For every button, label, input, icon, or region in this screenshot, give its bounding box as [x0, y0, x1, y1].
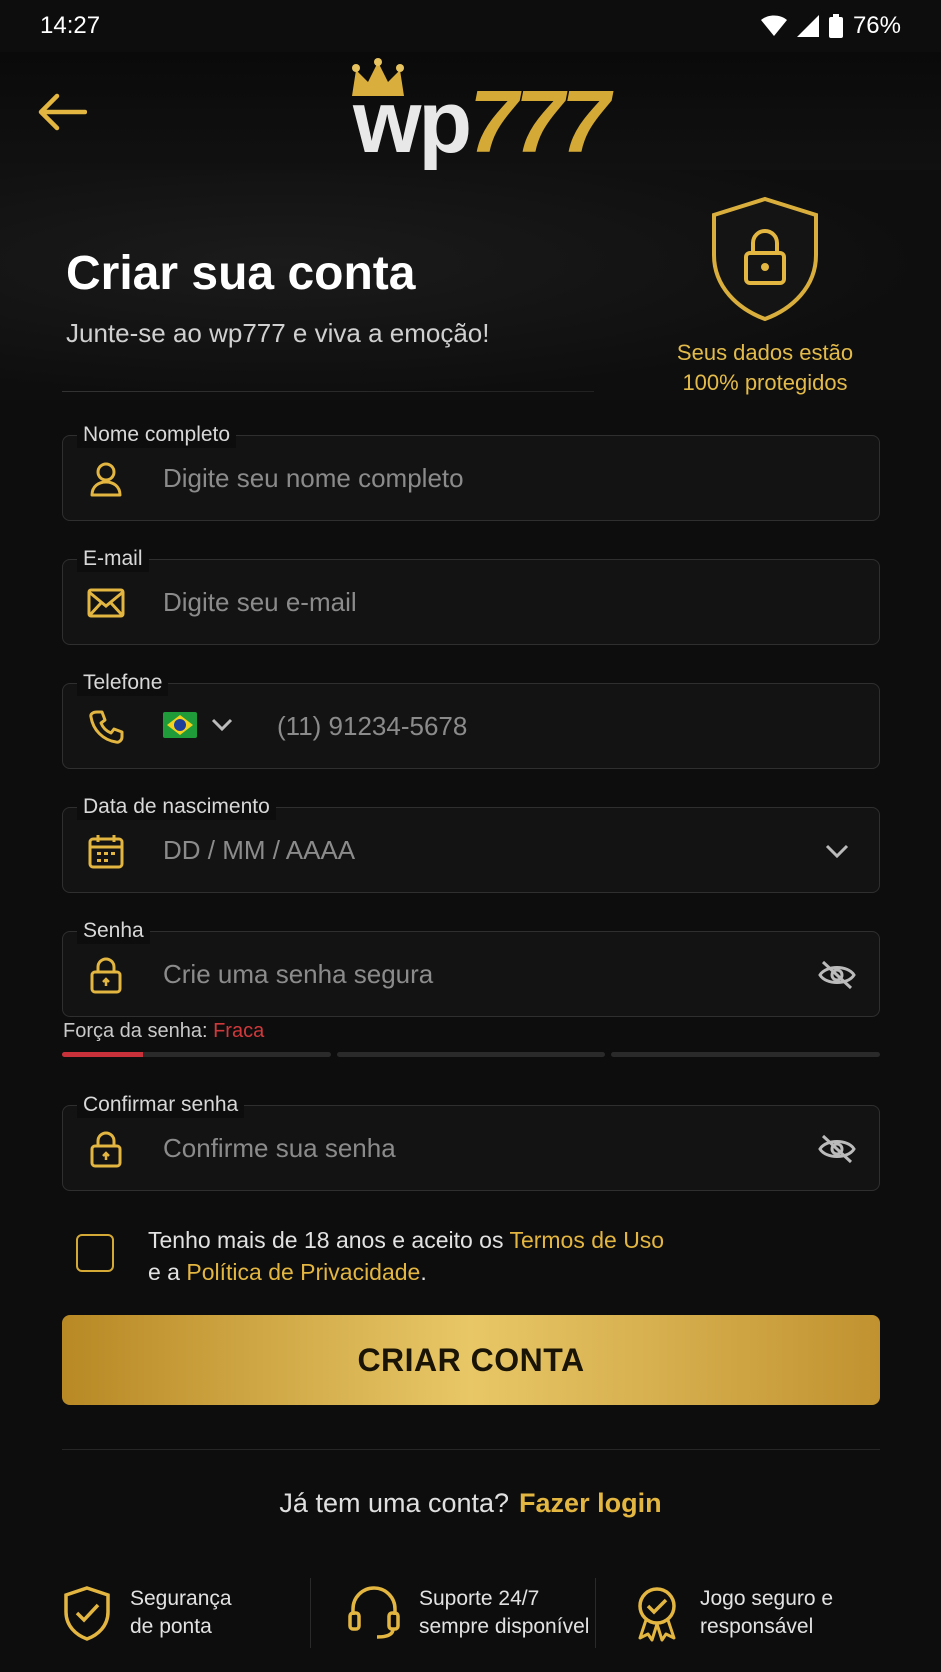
terms-suffix: . — [420, 1259, 427, 1285]
confirm-password-field: Confirmar senha — [62, 1092, 880, 1191]
status-icons: 76% — [760, 12, 901, 40]
crown-icon — [352, 58, 404, 96]
page-title: Criar sua conta — [66, 247, 416, 300]
password-input[interactable] — [163, 932, 799, 1016]
award-badge-icon — [638, 1587, 676, 1642]
security-line-2: 100% protegidos — [682, 370, 848, 395]
eye-off-icon[interactable] — [817, 956, 857, 994]
chevron-down-icon — [211, 718, 233, 732]
features-row: Segurança de ponta Suporte 24/7 sempre dis… — [62, 1578, 880, 1648]
feature-responsible: Jogo seguro e responsável — [595, 1578, 880, 1648]
security-line-1: Seus dados estão — [676, 340, 854, 365]
email-label: E-mail — [77, 546, 149, 572]
name-input[interactable] — [163, 436, 799, 520]
terms-checkbox[interactable] — [76, 1234, 114, 1272]
password-strength: Força da senha: Fraca — [63, 1020, 264, 1043]
shield-lock-icon — [712, 196, 818, 322]
create-account-button[interactable]: CRIAR CONTA — [62, 1315, 880, 1405]
confirm-password-input[interactable] — [163, 1106, 799, 1190]
calendar-icon — [87, 832, 125, 870]
privacy-policy-link[interactable]: Política de Privacidade — [186, 1259, 420, 1285]
user-icon — [87, 460, 125, 498]
terms-of-use-link[interactable]: Termos de Uso — [509, 1227, 664, 1253]
email-input[interactable] — [163, 560, 799, 644]
birthdate-input[interactable] — [163, 808, 799, 892]
terms-middle: e a — [148, 1259, 187, 1285]
status-bar: 14:27 76% — [0, 0, 941, 52]
divider — [62, 391, 594, 392]
password-label: Senha — [77, 918, 150, 944]
signal-icon — [796, 15, 819, 37]
strength-value: Fraca — [213, 1020, 265, 1042]
security-badge: Seus dados estão 100% protegidos — [655, 195, 875, 398]
phone-icon — [87, 708, 125, 746]
feature-line: Segurança — [130, 1587, 232, 1610]
battery-icon — [828, 14, 843, 38]
phone-field: Telefone — [62, 670, 880, 769]
login-link[interactable]: Fazer login — [519, 1488, 662, 1518]
wifi-icon — [760, 15, 787, 36]
strength-segment — [62, 1052, 331, 1057]
feature-line: Suporte 24/7 — [419, 1587, 540, 1610]
strength-segment — [611, 1052, 881, 1057]
strength-label: Força da senha: — [63, 1020, 214, 1042]
strength-meter — [62, 1052, 881, 1058]
birthdate-field[interactable]: Data de nascimento — [62, 794, 880, 893]
divider — [62, 1449, 880, 1450]
name-field: Nome completo — [62, 422, 880, 521]
app-header: wp777 — [0, 52, 941, 170]
brazil-flag-icon — [163, 712, 197, 738]
terms-text: Tenho mais de 18 anos e aceito os Termos… — [148, 1224, 768, 1288]
country-selector[interactable] — [163, 712, 233, 738]
page-subtitle: Junte-se ao wp777 e viva a emoção! — [66, 318, 490, 348]
shield-check-icon — [64, 1586, 110, 1641]
lock-icon — [87, 956, 125, 994]
feature-line: Jogo seguro e — [700, 1587, 834, 1610]
arrow-left-icon — [38, 93, 87, 131]
phone-label: Telefone — [77, 670, 169, 696]
email-field: E-mail — [62, 546, 880, 645]
terms-prefix: Tenho mais de 18 anos e aceito os — [148, 1227, 510, 1253]
feature-security: Segurança de ponta — [62, 1578, 310, 1648]
feature-line: de ponta — [130, 1615, 212, 1638]
strength-fill — [62, 1052, 143, 1057]
status-time: 14:27 — [40, 12, 101, 39]
phone-input[interactable] — [277, 684, 799, 768]
logo-777: 777 — [469, 72, 610, 171]
mail-icon — [87, 584, 125, 622]
brand-logo: wp777 — [340, 56, 620, 166]
lock-icon — [87, 1130, 125, 1168]
back-button[interactable] — [36, 88, 88, 136]
feature-line: responsável — [700, 1615, 814, 1638]
login-text: Já tem uma conta? — [279, 1488, 510, 1518]
login-prompt: Já tem uma conta? Fazer login — [0, 1488, 941, 1519]
strength-segment — [336, 1052, 606, 1057]
chevron-down-icon[interactable] — [817, 832, 857, 870]
password-field: Senha — [62, 918, 880, 1017]
battery-level: 76% — [852, 12, 901, 39]
headset-icon — [348, 1586, 400, 1639]
eye-off-icon[interactable] — [817, 1130, 857, 1168]
feature-support: Suporte 24/7 sempre disponível — [310, 1578, 595, 1648]
feature-line: sempre disponível — [419, 1615, 590, 1638]
